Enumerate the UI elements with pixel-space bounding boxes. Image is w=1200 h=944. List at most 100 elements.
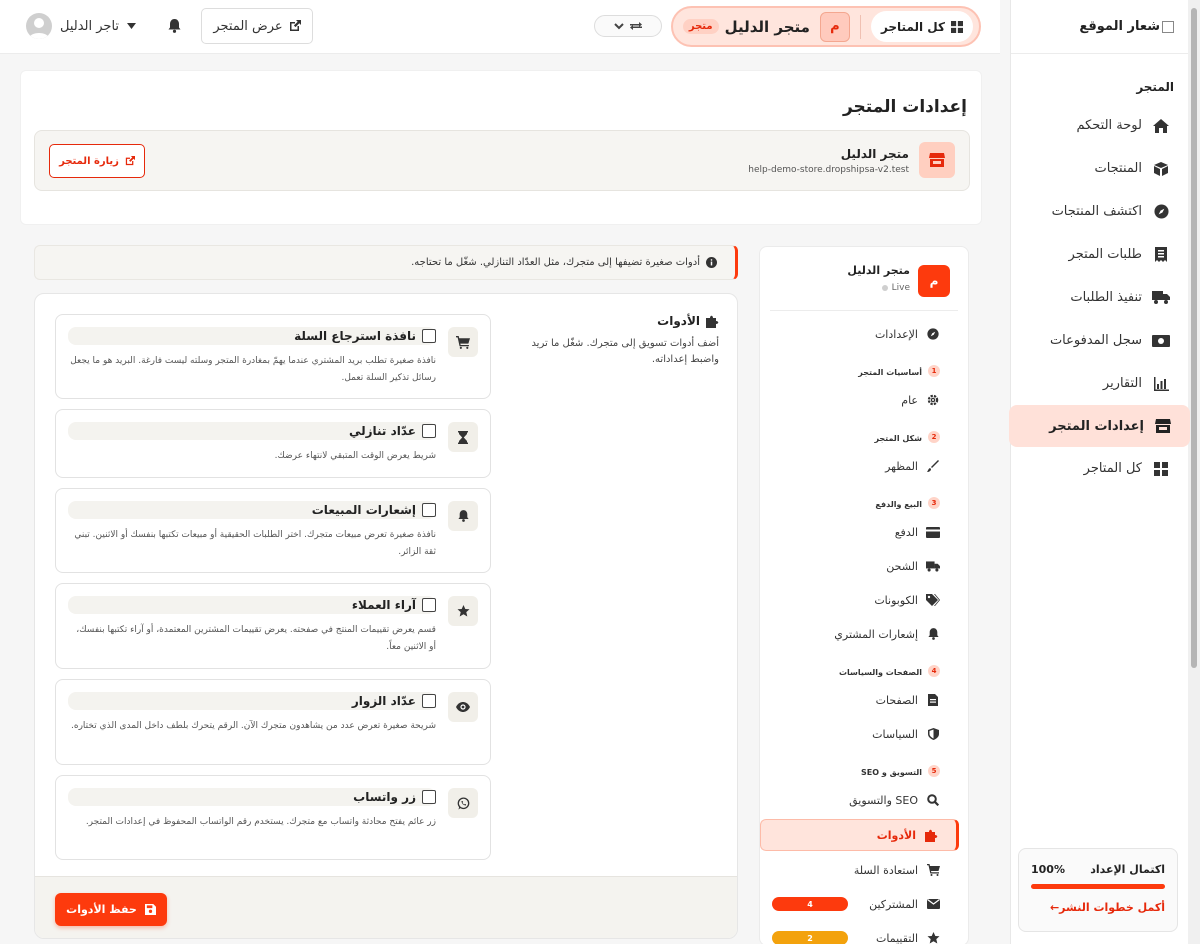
- settings-nav-item-policies[interactable]: السياسات: [760, 717, 968, 751]
- star-icon: [926, 932, 940, 944]
- step-number: 3: [928, 497, 940, 509]
- count-badge: 4: [772, 897, 848, 911]
- puzzle-icon: [924, 829, 938, 842]
- settings-nav-label: الدفع: [894, 525, 918, 539]
- step-number: 2: [928, 431, 940, 443]
- search-icon: [926, 794, 940, 806]
- settings-nav-item-settings[interactable]: الإعدادات: [760, 317, 968, 351]
- step-number: 4: [928, 665, 940, 677]
- tools-header: الأدوات أضف أدوات تسويق إلى متجرك. شغّل …: [514, 314, 719, 368]
- save-icon: [144, 904, 156, 915]
- status-text: Live: [891, 283, 910, 293]
- all-stores-button[interactable]: كل المتاجر: [870, 11, 973, 42]
- current-store-name[interactable]: متجر الدليل: [725, 18, 810, 36]
- tool-card-whatsapp-button: زر واتساب زر عائم يفتح محادثة واتساب مع …: [55, 775, 491, 860]
- tools-title-row: الأدوات: [514, 314, 719, 328]
- tool-enable-checkbox[interactable]: [422, 503, 436, 517]
- tool-enable-checkbox[interactable]: [422, 694, 436, 708]
- chart-icon: [1152, 376, 1170, 391]
- truck-icon: [926, 560, 940, 572]
- complete-publish-steps-link[interactable]: أكمل خطوات النشر←: [1031, 901, 1165, 914]
- compass-icon: [926, 328, 940, 340]
- page-scrollbar[interactable]: [1188, 0, 1200, 944]
- store-icon: [1154, 419, 1172, 433]
- tool-enable-checkbox[interactable]: [422, 790, 436, 804]
- tool-name: نافذة استرجاع السلة: [294, 329, 416, 343]
- tool-enable-checkbox[interactable]: [422, 329, 436, 343]
- puzzle-icon: [706, 315, 719, 328]
- sidebar-item-label: تنفيذ الطلبات: [1070, 290, 1142, 305]
- setup-progress-bar: [1031, 884, 1165, 889]
- visit-store-label: زيارة المتجر: [59, 155, 119, 167]
- swap-arrows-icon: [630, 21, 642, 31]
- receipt-icon: [1152, 247, 1170, 262]
- sidebar-item-fulfillment[interactable]: تنفيذ الطلبات: [1011, 276, 1188, 319]
- sidebar-item-payments[interactable]: سجل المدفوعات: [1011, 319, 1188, 362]
- sidebar-item-reports[interactable]: التقارير: [1011, 362, 1188, 405]
- broken-image-icon: [1162, 20, 1174, 33]
- tools-title: الأدوات: [657, 314, 700, 328]
- sidebar-item-store-settings[interactable]: إعدادات المتجر: [1009, 405, 1190, 447]
- tool-enable-checkbox[interactable]: [422, 424, 436, 438]
- scrollbar-thumb[interactable]: [1191, 8, 1197, 668]
- shield-icon: [926, 728, 940, 740]
- settings-nav-label: عام: [901, 393, 918, 407]
- settings-nav-item-reviews[interactable]: التقييمات 2: [760, 921, 968, 944]
- settings-nav-label: المظهر: [885, 459, 918, 473]
- notifications-bell-icon[interactable]: [168, 18, 181, 37]
- store-status: Live: [881, 283, 910, 293]
- settings-nav-item-coupons[interactable]: الكوبونات: [760, 583, 968, 617]
- setup-percent: 100%: [1031, 863, 1065, 876]
- tool-header: نافذة استرجاع السلة: [68, 327, 436, 345]
- visit-store-button[interactable]: زيارة المتجر: [49, 144, 145, 178]
- sidebar-item-dashboard[interactable]: لوحة التحكم: [1011, 104, 1188, 147]
- settings-nav-item-pages[interactable]: الصفحات: [760, 683, 968, 717]
- truck-icon: [1152, 291, 1170, 304]
- brush-icon: [926, 460, 940, 472]
- settings-nav-item-tools[interactable]: الأدوات: [760, 819, 959, 851]
- caret-down-icon: [127, 23, 137, 29]
- settings-nav-item-general[interactable]: عام: [760, 383, 968, 417]
- top-bar: كل المتاجر م متجر الدليل متجر عرض المتجر…: [0, 0, 1000, 54]
- settings-nav-item-appearance[interactable]: المظهر: [760, 449, 968, 483]
- settings-nav-label: الكوبونات: [874, 593, 918, 607]
- settings-nav-item-seo[interactable]: SEO والتسويق: [760, 783, 968, 817]
- tools-description: أضف أدوات تسويق إلى متجرك. شغّل ما تريد …: [531, 338, 719, 365]
- tool-enable-checkbox[interactable]: [422, 598, 436, 612]
- store-avatar: م: [918, 265, 950, 297]
- settings-nav-item-buyer-notifications[interactable]: إشعارات المشتري: [760, 617, 968, 651]
- tool-description: شريحة صغيرة تعرض عدد من يشاهدون متجرك ال…: [71, 721, 436, 731]
- tool-name: زر واتساب: [353, 790, 416, 804]
- group-label: شكل المتجر: [874, 434, 922, 443]
- tool-description: نافذة صغيرة تعرض مبيعات متجرك. اختر الطل…: [74, 530, 436, 557]
- sidebar-item-products[interactable]: المنتجات: [1011, 147, 1188, 190]
- tool-card-customer-reviews: آراء العملاء قسم يعرض تقييمات المنتج في …: [55, 583, 491, 669]
- view-store-button[interactable]: عرض المتجر: [201, 8, 313, 44]
- tool-header: عدّاد الزوار: [68, 692, 436, 710]
- sidebar-item-discover[interactable]: اكتشف المنتجات: [1011, 190, 1188, 233]
- tool-card-countdown-timer: عدّاد تنازلي شريط يعرض الوقت المتبقي لان…: [55, 409, 491, 478]
- settings-nav-item-cart-recovery[interactable]: استعادة السلة: [760, 853, 968, 887]
- user-menu[interactable]: تاجر الدليل: [26, 12, 137, 40]
- info-banner-text: أدوات صغيرة تضيفها إلى متجرك، مثل العدّا…: [411, 257, 700, 268]
- eye-icon: [448, 692, 478, 722]
- settings-nav-header: م متجر الدليل Live: [770, 247, 958, 311]
- store-switch-dropdown[interactable]: [594, 15, 662, 37]
- page-title: إعدادات المتجر: [842, 97, 967, 117]
- divider: [859, 14, 861, 39]
- settings-nav-item-payment[interactable]: الدفع: [760, 515, 968, 549]
- grid-icon: [1152, 461, 1170, 476]
- sidebar-item-all-stores[interactable]: كل المتاجر: [1011, 447, 1188, 490]
- status-dot: [881, 285, 888, 291]
- info-icon: [706, 257, 717, 268]
- bell-icon: [926, 628, 940, 640]
- hourglass-icon: [448, 422, 478, 452]
- site-logo[interactable]: شعار الموقع: [1011, 0, 1188, 54]
- store-info-card: متجر الدليل help-demo-store.dropshipsa-v…: [34, 130, 970, 191]
- sidebar-item-orders[interactable]: طلبات المتجر: [1011, 233, 1188, 276]
- box-icon: [1152, 161, 1170, 176]
- settings-nav-item-shipping[interactable]: الشحن: [760, 549, 968, 583]
- tool-header: إشعارات المبيعات: [68, 501, 436, 519]
- save-tools-button[interactable]: حفظ الأدوات: [55, 893, 167, 926]
- settings-nav-item-subscribers[interactable]: المشتركين 4: [760, 887, 968, 921]
